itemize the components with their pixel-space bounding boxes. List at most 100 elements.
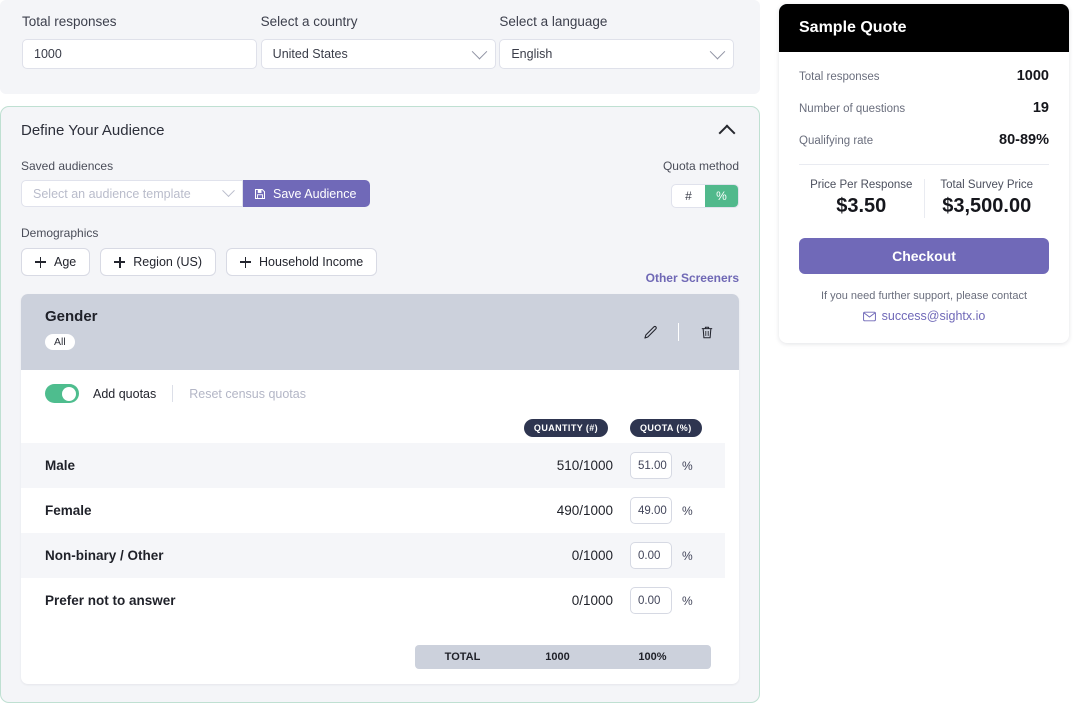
chevron-up-icon[interactable]: [718, 124, 736, 141]
add-quotas-row: Add quotas Reset census quotas: [21, 370, 739, 415]
language-field: Select a language English: [499, 14, 738, 74]
table-row: Prefer not to answer 0/1000 0.00 %: [21, 578, 725, 623]
toggle-divider: [172, 385, 174, 402]
quote-line-value: 19: [1032, 100, 1049, 116]
support-email-text: success@sightx.io: [881, 309, 986, 323]
add-region-label: Region (US): [133, 255, 203, 269]
quota-column-header: QUOTA (%): [630, 419, 725, 437]
language-select[interactable]: English: [499, 39, 735, 69]
audience-template-placeholder: Select an audience template: [33, 186, 191, 201]
quote-line: Qualifying rate 80-89%: [799, 132, 1049, 148]
saved-audience-row: Saved audiences Select an audience templ…: [21, 159, 739, 208]
quote-line-label: Number of questions: [799, 103, 906, 115]
demographics-chip-row: Age Region (US) Household Income: [21, 248, 739, 276]
save-audience-button[interactable]: Save Audience: [243, 180, 371, 207]
gender-panel-actions: [636, 308, 721, 356]
define-audience-title: Define Your Audience: [21, 122, 165, 139]
sample-quote-card: Sample Quote Total responses 1000 Number…: [779, 4, 1069, 343]
other-screeners-link[interactable]: Other Screeners: [646, 271, 739, 285]
row-quota-group: 0.00 %: [630, 587, 725, 614]
gender-panel-title: Gender: [45, 308, 98, 325]
saved-audience-controls: Select an audience template Save Audienc…: [21, 180, 371, 207]
quota-badge: QUOTA (%): [630, 419, 702, 437]
quote-line-value: 1000: [1016, 68, 1049, 84]
add-age-chip[interactable]: Age: [21, 248, 91, 276]
saved-audiences-group: Saved audiences Select an audience templ…: [21, 159, 371, 207]
quota-input[interactable]: 51.00: [630, 452, 672, 479]
checkout-button[interactable]: Checkout: [799, 238, 1049, 274]
total-price-value: $3,500.00: [942, 195, 1032, 217]
plus-icon: [240, 256, 252, 268]
quota-method-group: Quota method # %: [663, 159, 739, 208]
toggle-knob: [62, 386, 76, 401]
chevron-down-icon: [222, 184, 235, 198]
row-quota-group: 0.00 %: [630, 542, 725, 569]
audience-template-select[interactable]: Select an audience template: [21, 180, 243, 207]
save-audience-label: Save Audience: [273, 186, 357, 201]
total-price-label: Total Survey Price: [940, 179, 1034, 191]
reset-census-quotas-link[interactable]: Reset census quotas: [189, 387, 306, 401]
sample-quote-body: Total responses 1000 Number of questions…: [779, 52, 1069, 343]
table-row: Female 490/1000 49.00 %: [21, 488, 725, 533]
price-per-response-label: Price Per Response: [810, 179, 913, 191]
row-quota-group: 49.00 %: [630, 497, 725, 524]
add-quotas-label: Add quotas: [93, 386, 157, 401]
quota-input[interactable]: 0.00: [630, 542, 672, 569]
country-label: Select a country: [260, 14, 358, 29]
gender-quota-table: QUANTITY (#) QUOTA (%) Male 510/1000 51.…: [21, 415, 739, 669]
plus-icon: [35, 256, 46, 268]
gender-panel-header-left: Gender All: [45, 308, 98, 356]
quota-input[interactable]: 0.00: [630, 587, 672, 614]
add-quotas-toggle[interactable]: [45, 384, 79, 403]
quota-method-label: Quota method: [662, 159, 739, 173]
quote-line: Number of questions 19: [799, 100, 1049, 116]
total-responses-field: Total responses 1000: [22, 14, 261, 74]
app-root: Total responses 1000 Select a country Un…: [0, 0, 1073, 717]
quota-total-row: TOTAL 1000 100%: [415, 645, 711, 669]
gender-selection-badge: All: [45, 334, 75, 350]
price-per-response-block: Price Per Response $3.50: [799, 179, 925, 218]
row-quantity: 0/1000: [571, 593, 613, 608]
add-region-chip[interactable]: Region (US): [100, 248, 217, 276]
define-audience-header: Define Your Audience: [21, 122, 739, 141]
quota-input[interactable]: 49.00: [630, 497, 672, 524]
percent-sign: %: [682, 593, 693, 608]
table-row: Non-binary / Other 0/1000 0.00 %: [21, 533, 725, 578]
total-responses-input[interactable]: 1000: [22, 39, 257, 69]
row-quota-group: 51.00 %: [630, 452, 725, 479]
total-quota: 100%: [638, 651, 667, 663]
quantity-column-header: QUANTITY (#): [512, 419, 620, 437]
percent-sign: %: [682, 503, 693, 518]
row-label: Female: [45, 503, 92, 518]
row-quantity: 0/1000: [571, 548, 613, 563]
quantity-badge: QUANTITY (#): [523, 419, 609, 437]
quote-line-value: 80-89%: [999, 132, 1049, 148]
edit-gender-button[interactable]: [636, 318, 664, 346]
action-divider: [678, 323, 679, 341]
add-age-label: Age: [54, 255, 77, 269]
saved-audiences-label: Saved audiences: [21, 159, 114, 173]
gender-panel-header: Gender All: [21, 294, 739, 370]
country-field: Select a country United States: [260, 14, 500, 74]
delete-gender-button[interactable]: [693, 318, 721, 346]
row-label: Non-binary / Other: [45, 548, 164, 563]
language-label: Select a language: [499, 14, 608, 29]
total-quantity: 1000: [545, 651, 570, 663]
quote-line-label: Qualifying rate: [799, 135, 874, 147]
support-email-link[interactable]: success@sightx.io: [799, 309, 1049, 323]
percent-sign: %: [682, 548, 693, 563]
sample-quote-title: Sample Quote: [779, 4, 1069, 52]
quota-table-header: QUANTITY (#) QUOTA (%): [21, 415, 725, 443]
language-value: English: [511, 47, 553, 61]
country-value: United States: [272, 47, 348, 61]
pencil-icon: [643, 325, 657, 339]
support-text: If you need further support, please cont…: [820, 290, 1028, 302]
add-household-income-label: Household Income: [259, 255, 364, 269]
add-household-income-chip[interactable]: Household Income: [226, 248, 378, 276]
row-label: Prefer not to answer: [45, 593, 176, 608]
country-select[interactable]: United States: [260, 39, 496, 69]
quota-method-option-percent[interactable]: %: [705, 185, 738, 207]
quota-method-option-number[interactable]: #: [672, 185, 705, 207]
chevron-down-icon: [471, 43, 487, 59]
quota-method-toggle: # %: [671, 184, 739, 208]
